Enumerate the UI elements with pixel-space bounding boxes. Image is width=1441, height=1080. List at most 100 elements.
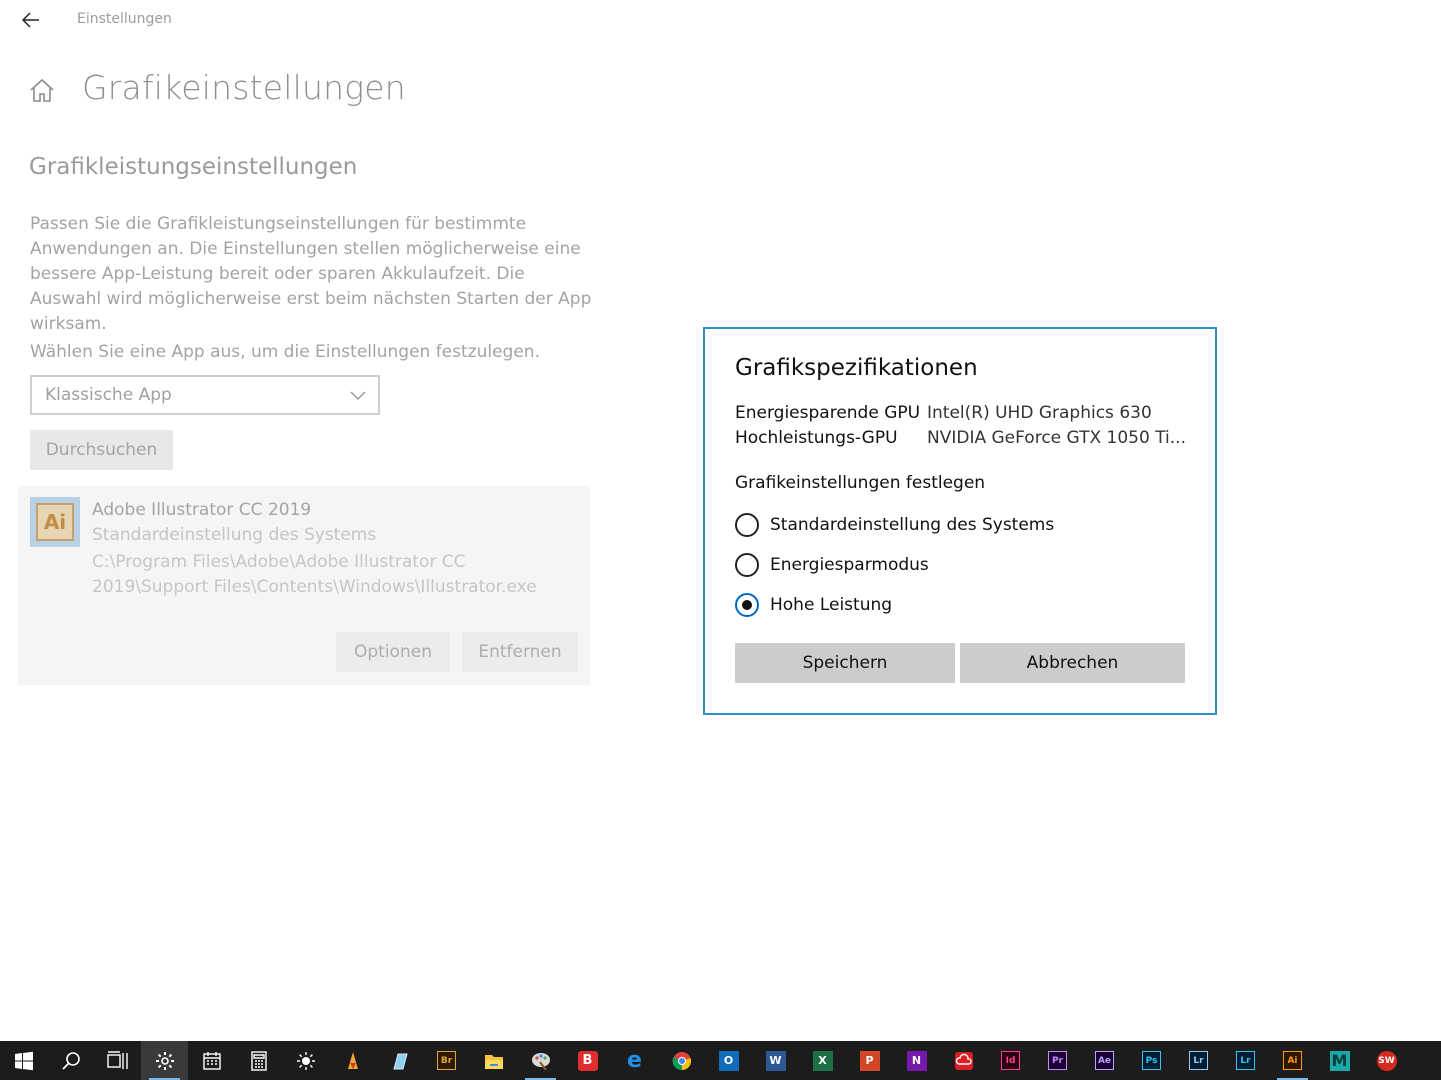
illustrator-icon: Ai xyxy=(1283,1051,1302,1070)
task-view-button[interactable] xyxy=(94,1041,141,1080)
taskbar-premiere[interactable]: Pr xyxy=(1034,1041,1081,1080)
taskbar-bridge[interactable]: Br xyxy=(423,1041,470,1080)
edge-icon: e xyxy=(627,1048,642,1073)
radio-circle[interactable] xyxy=(735,513,759,537)
photoshop-icon: Ps xyxy=(1142,1051,1161,1070)
radio-label: Energiesparmodus xyxy=(770,555,929,575)
premiere-icon: Pr xyxy=(1048,1051,1067,1070)
taskbar-brightness[interactable] xyxy=(282,1041,329,1080)
app-graphics-setting: Standardeinstellung des Systems xyxy=(92,525,377,545)
taskbar-after-effects[interactable]: Ae xyxy=(1081,1041,1128,1080)
app-type-dropdown[interactable]: Klassische App xyxy=(30,375,380,415)
search-button[interactable] xyxy=(47,1041,94,1080)
maya-icon: M xyxy=(1329,1050,1350,1071)
section-title: Grafikleistungseinstellungen xyxy=(29,154,358,180)
taskbar-maya[interactable]: M xyxy=(1316,1041,1363,1080)
lightroom-icon: Lr xyxy=(1236,1051,1255,1070)
taskbar-settings[interactable] xyxy=(141,1041,188,1080)
settings-window: Einstellungen Grafikeinstellungen Grafik… xyxy=(0,0,1441,1080)
app-path: C:\Program Files\Adobe\Adobe Illustrator… xyxy=(92,552,537,597)
app-list-item[interactable]: Ai Adobe Illustrator CC 2019 Standardein… xyxy=(18,486,590,685)
taskbar-illustrator[interactable]: Ai xyxy=(1269,1041,1316,1080)
chrome-icon xyxy=(672,1051,691,1070)
illustrator-icon-text: Ai xyxy=(36,503,74,541)
graphics-spec-dialog: Grafikspezifikationen Energiesparende GP… xyxy=(703,327,1217,715)
excel-icon: X xyxy=(812,1050,833,1071)
back-arrow-icon xyxy=(22,12,39,28)
settings-icon xyxy=(155,1051,174,1070)
gpu-value-high-performance: NVIDIA GeForce GTX 1050 Ti... xyxy=(927,428,1186,448)
start-icon xyxy=(14,1051,33,1070)
notepad-icon xyxy=(392,1053,408,1069)
start-button[interactable] xyxy=(0,1041,47,1080)
cancel-button[interactable]: Abbrechen xyxy=(960,643,1185,683)
solidworks-icon: SW xyxy=(1376,1050,1397,1071)
taskbar-lightroom[interactable]: Lr xyxy=(1222,1041,1269,1080)
chevron-down-icon xyxy=(350,391,366,401)
taskbar: Br B e O W X P N Id Pr Ae Ps Lr Lr Ai M … xyxy=(0,1041,1441,1080)
creative-cloud-icon xyxy=(954,1051,973,1070)
explorer-icon xyxy=(484,1054,503,1069)
taskbar-powerpoint[interactable]: P xyxy=(846,1041,893,1080)
taskbar-photoshop[interactable]: Ps xyxy=(1128,1041,1175,1080)
word-icon: W xyxy=(765,1050,786,1071)
calendar-icon xyxy=(202,1051,221,1070)
outlook-icon: O xyxy=(718,1050,739,1071)
indesign-icon: Id xyxy=(1001,1051,1020,1070)
home-icon[interactable] xyxy=(28,76,56,104)
taskbar-explorer[interactable] xyxy=(470,1041,517,1080)
search-icon xyxy=(61,1051,80,1070)
pencil-icon xyxy=(347,1051,358,1069)
taskbar-excel[interactable]: X xyxy=(799,1041,846,1080)
radio-high-performance[interactable]: Hohe Leistung xyxy=(735,591,892,619)
taskbar-paint[interactable] xyxy=(517,1041,564,1080)
taskbar-calendar[interactable] xyxy=(188,1041,235,1080)
app-type-label: Wählen Sie eine App aus, um die Einstell… xyxy=(30,342,540,362)
radio-label: Standardeinstellung des Systems xyxy=(770,515,1055,535)
gpu-label-high-performance: Hochleistungs-GPU xyxy=(735,428,898,448)
task-view-icon xyxy=(106,1050,128,1069)
taskbar-pencil[interactable] xyxy=(329,1041,376,1080)
taskbar-calculator[interactable] xyxy=(235,1041,282,1080)
radio-circle-checked[interactable] xyxy=(735,593,759,617)
app-type-value: Klassische App xyxy=(45,385,172,405)
brightness-icon xyxy=(296,1051,315,1070)
taskbar-word[interactable]: W xyxy=(752,1041,799,1080)
taskbar-notepad[interactable] xyxy=(376,1041,423,1080)
options-button[interactable]: Optionen xyxy=(336,632,450,672)
taskbar-chrome[interactable] xyxy=(658,1041,705,1080)
radio-circle[interactable] xyxy=(735,553,759,577)
save-button[interactable]: Speichern xyxy=(735,643,955,683)
after-effects-icon: Ae xyxy=(1095,1051,1114,1070)
taskbar-outlook[interactable]: O xyxy=(705,1041,752,1080)
gpu-value-power-saving: Intel(R) UHD Graphics 630 xyxy=(927,403,1152,423)
set-graphics-label: Grafikeinstellungen festlegen xyxy=(735,473,986,493)
lightroom-classic-icon: Lr xyxy=(1189,1051,1208,1070)
b-app-icon: B xyxy=(577,1050,598,1071)
powerpoint-icon: P xyxy=(859,1050,880,1071)
bridge-icon: Br xyxy=(437,1051,456,1070)
calculator-icon xyxy=(250,1050,267,1071)
taskbar-b-app[interactable]: B xyxy=(564,1041,611,1080)
radio-label: Hohe Leistung xyxy=(770,595,893,615)
window-title: Einstellungen xyxy=(77,11,172,27)
paint-icon xyxy=(531,1052,550,1071)
taskbar-creative-cloud[interactable] xyxy=(940,1041,987,1080)
taskbar-edge[interactable]: e xyxy=(611,1041,658,1080)
taskbar-onenote[interactable]: N xyxy=(893,1041,940,1080)
onenote-icon: N xyxy=(906,1050,927,1071)
browse-button[interactable]: Durchsuchen xyxy=(30,430,173,470)
dialog-title: Grafikspezifikationen xyxy=(735,355,978,381)
app-name: Adobe Illustrator CC 2019 xyxy=(92,500,312,520)
taskbar-solidworks[interactable]: SW xyxy=(1363,1041,1410,1080)
radio-power-saving[interactable]: Energiesparmodus xyxy=(735,551,929,579)
remove-button[interactable]: Entfernen xyxy=(462,632,578,672)
page-title: Grafikeinstellungen xyxy=(82,68,406,107)
taskbar-lightroom-classic[interactable]: Lr xyxy=(1175,1041,1222,1080)
section-description: Passen Sie die Grafikleistungseinstellun… xyxy=(30,214,592,334)
gpu-label-power-saving: Energiesparende GPU xyxy=(735,403,921,423)
back-button[interactable] xyxy=(14,6,48,34)
taskbar-indesign[interactable]: Id xyxy=(987,1041,1034,1080)
radio-system-default[interactable]: Standardeinstellung des Systems xyxy=(735,511,1054,539)
illustrator-app-icon: Ai xyxy=(30,497,80,547)
